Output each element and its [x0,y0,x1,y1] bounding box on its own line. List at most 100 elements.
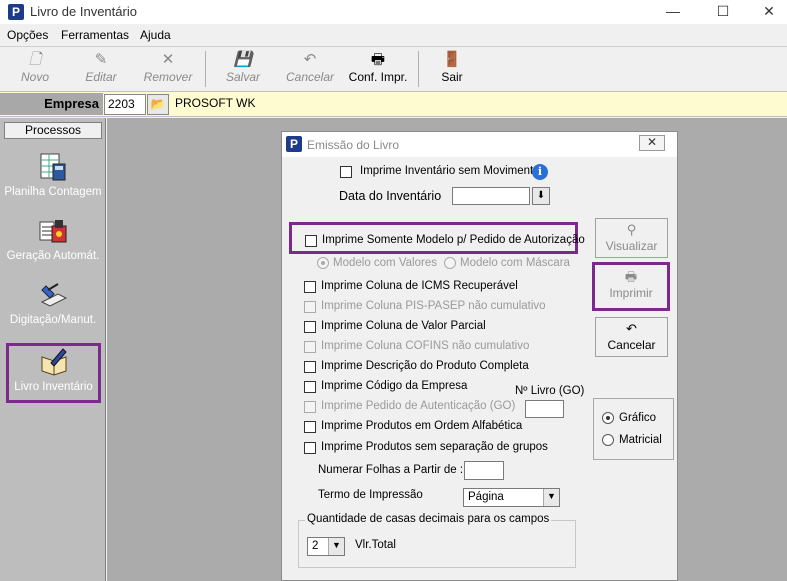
matricial-label: Matricial [619,434,662,446]
modelo-valores-label: Modelo com Valores [333,257,437,269]
cancelar-dialog-button[interactable]: ↶ Cancelar [595,317,668,357]
processo-geracao-automatica[interactable]: Geração Automát. [4,216,102,272]
codigo-empresa-label: Imprime Código da Empresa [321,380,468,392]
numerar-folhas-input[interactable] [464,461,504,480]
printer-icon: 🖶 [624,269,638,284]
imprime-sem-movimento-checkbox[interactable] [340,166,352,178]
window-title: Livro de Inventário [30,4,137,19]
valor-parcial-label: Imprime Coluna de Valor Parcial [321,320,486,332]
info-icon[interactable]: i [532,164,548,180]
toolbar: 🗋 Novo ✎ Editar ✕ Remover 💾 Salvar ↶ Can… [0,46,787,90]
termo-impressao-select[interactable]: Página ▼ [463,488,560,507]
editar-button[interactable]: ✎ Editar [78,50,124,90]
dialog-title-bar: P Emissão do Livro ✕ [282,132,677,157]
new-document-icon: 🗋 [28,51,42,68]
menu-ajuda[interactable]: Ajuda [140,28,171,42]
dialog-close-button[interactable]: ✕ [639,135,665,151]
grafico-label: Gráfico [619,412,657,424]
sem-separacao-grupos-label: Imprime Produtos sem separação de grupos [321,441,548,453]
casas-decimais-title: Quantidade de casas decimais para os cam… [305,513,552,525]
auto-generate-icon [39,220,67,243]
pedido-autenticacao-checkbox[interactable] [304,401,316,413]
preview-icon: ⚲ [626,222,637,237]
sem-separacao-grupos-checkbox[interactable] [304,442,316,454]
descricao-completa-checkbox[interactable] [304,361,316,373]
undo-icon: ↶ [626,321,637,336]
processos-header: Processos [4,122,102,139]
app-logo-icon: P [286,136,302,152]
exit-door-icon: 🚪 [442,51,462,68]
close-window-button[interactable]: ✕ [746,0,787,24]
menu-opcoes[interactable]: Opções [7,28,48,42]
icms-recuperavel-checkbox[interactable] [304,281,316,293]
title-bar: P Livro de Inventário — ☐ ✕ [0,0,787,24]
valor-parcial-checkbox[interactable] [304,321,316,333]
processo-digitacao-manutencao[interactable]: Digitação/Manut. [4,280,102,336]
menu-bar: Opções Ferramentas Ajuda [0,26,787,46]
ordem-alfabetica-label: Imprime Produtos em Ordem Alfabética [321,420,523,432]
pis-pasep-checkbox[interactable] [304,301,316,313]
spreadsheet-calculator-icon [40,153,66,181]
imprime-modelo-checkbox[interactable] [305,235,317,247]
novo-button[interactable]: 🗋 Novo [12,50,58,90]
imprime-modelo-label: Imprime Somente Modelo p/ Pedido de Auto… [322,234,585,246]
num-livro-input[interactable] [525,400,564,418]
descricao-completa-label: Imprime Descrição do Produto Completa [321,360,529,372]
modelo-mascara-radio[interactable] [444,257,456,269]
data-inventario-input[interactable] [452,187,530,205]
modelo-mascara-label: Modelo com Máscara [460,257,570,269]
conf-impr-button[interactable]: 🖶 Conf. Impr. [344,50,412,90]
empresa-bar: Empresa 2203 📂 PROSOFT WK [0,91,787,117]
data-inventario-label: Data do Inventário [339,189,442,203]
undo-icon: ↶ [303,51,317,68]
salvar-button[interactable]: 💾 Salvar [220,50,266,90]
codigo-empresa-checkbox[interactable] [304,381,316,393]
chevron-down-icon[interactable]: ▼ [328,538,344,555]
remove-icon: ✕ [161,51,175,68]
termo-impressao-label: Termo de Impressão [318,489,423,501]
matricial-radio[interactable] [602,434,614,446]
empresa-name: PROSOFT WK [175,96,256,110]
ordem-alfabetica-checkbox[interactable] [304,421,316,433]
app-logo-icon: P [8,4,24,20]
pedido-autenticacao-label: Imprime Pedido de Autenticação (GO) [321,400,516,412]
termo-impressao-value: Página [468,491,504,503]
icms-recuperavel-label: Imprime Coluna de ICMS Recuperável [321,280,518,292]
emissao-livro-dialog: P Emissão do Livro ✕ Imprime Inventário … [281,131,678,581]
printer-settings-icon: 🖶 [370,51,386,68]
sair-button[interactable]: 🚪 Sair [432,50,472,90]
folder-open-icon[interactable]: 📂 [147,94,169,115]
chevron-down-icon[interactable]: ▼ [543,489,559,506]
remover-button[interactable]: ✕ Remover [140,50,196,90]
save-icon: 💾 [233,51,253,68]
empresa-code-input[interactable]: 2203 [104,94,146,115]
imprimir-button[interactable]: 🖶 Imprimir [596,266,666,307]
maximize-button[interactable]: ☐ [700,0,746,24]
processo-livro-inventario[interactable]: Livro Inventário [6,343,101,403]
imprime-sem-movimento-label: Imprime Inventário sem Movimento [360,165,540,177]
casas-decimais-value: 2 [312,540,319,552]
pis-pasep-label: Imprime Coluna PIS-PASEP não cumulativo [321,300,546,312]
grafico-radio[interactable] [602,412,614,424]
casas-decimais-select[interactable]: 2 ▼ [307,537,345,556]
edit-icon: ✎ [94,51,108,68]
minimize-button[interactable]: — [650,0,696,24]
processo-planilha-contagem[interactable]: Planilha Contagem [4,152,102,208]
print-mode-group: Gráfico Matricial [593,398,674,460]
hand-typing-icon [40,283,68,307]
cancelar-toolbar-button[interactable]: ↶ Cancelar [282,50,338,90]
processos-panel: Processos Planilha Contagem Geração Auto… [0,118,106,581]
book-pen-icon [41,348,67,376]
empresa-label: Empresa [0,93,103,115]
menu-ferramentas[interactable]: Ferramentas [61,28,129,42]
cofins-label: Imprime Coluna COFINS não cumulativo [321,340,530,352]
visualizar-button[interactable]: ⚲ Visualizar [595,218,668,258]
cofins-checkbox[interactable] [304,341,316,353]
modelo-valores-radio[interactable] [317,257,329,269]
date-picker-button[interactable]: ⬇ [532,187,550,205]
vlr-total-label: Vlr.Total [355,539,396,551]
toolbar-separator [418,51,419,87]
toolbar-separator [205,51,206,87]
numerar-folhas-label: Numerar Folhas a Partir de : [318,464,464,476]
num-livro-label: Nº Livro (GO) [515,385,585,397]
